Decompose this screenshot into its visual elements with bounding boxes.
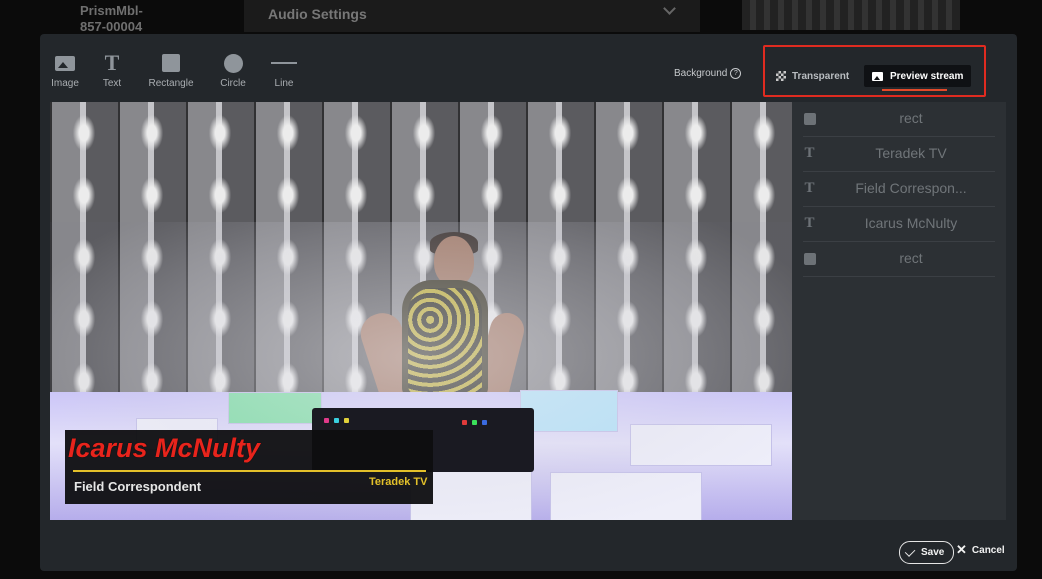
shape-toolbar: Image T Text Rectangle Circle Line Backg… [40, 34, 1017, 100]
mixer-pad [462, 420, 467, 425]
help-icon[interactable]: ? [730, 68, 742, 79]
checkmark-icon [904, 545, 916, 557]
close-icon: ✕ [956, 542, 967, 557]
cancel-button[interactable]: ✕ Cancel [956, 542, 1005, 557]
circle-tool-button[interactable]: Circle [215, 52, 251, 89]
layer-item-text[interactable]: T Teradek TV [803, 137, 995, 172]
background-label-text: Background [674, 68, 728, 79]
editor-canvas[interactable]: Icarus McNulty Field Correspondent Terad… [50, 102, 792, 520]
overlay-brand-text[interactable]: Teradek TV [369, 476, 428, 488]
device-title: PrismMbl- 857-00004 [80, 3, 143, 35]
text-icon: T [804, 215, 815, 231]
preview-stream-option-label: Preview stream [890, 70, 964, 82]
overlay-name-text[interactable]: Icarus McNulty [68, 432, 260, 464]
layer-item-text[interactable]: T Field Correspon... [803, 172, 995, 207]
text-icon: T [804, 145, 815, 161]
picture-icon [872, 71, 883, 81]
chevron-down-icon [663, 2, 676, 15]
layer-label: rect [899, 250, 923, 266]
save-label: Save [921, 547, 945, 558]
layer-label: Icarus McNulty [864, 215, 958, 231]
text-tool-label: Text [102, 78, 122, 89]
circle-tool-label: Circle [220, 78, 246, 89]
layer-label: Teradek TV [875, 145, 947, 161]
text-icon: T [104, 50, 120, 75]
device-title-line2: 857-00004 [80, 19, 143, 34]
line-tool-label: Line [274, 78, 294, 89]
overlay-role-text[interactable]: Field Correspondent [74, 479, 201, 494]
cancel-label: Cancel [971, 544, 1005, 556]
lower-third-rect[interactable]: Icarus McNulty Field Correspondent Terad… [65, 430, 433, 504]
layer-item-text[interactable]: T Icarus McNulty [803, 207, 995, 242]
line-icon [271, 62, 297, 64]
circle-icon [223, 53, 243, 73]
layer-label: Field Correspon... [855, 180, 967, 196]
layer-label: rect [899, 110, 923, 126]
text-tool-button[interactable]: T Text [97, 50, 127, 90]
mixer-pad [344, 418, 349, 423]
rectangle-tool-label: Rectangle [148, 78, 194, 89]
audio-settings-dropdown[interactable]: Audio Settings [244, 0, 700, 32]
mixer-pad [472, 420, 477, 425]
rectangle-tool-button[interactable]: Rectangle [145, 52, 197, 89]
device-title-line1: PrismMbl- [80, 3, 143, 18]
mixer-pad [334, 418, 339, 423]
background-label: Background ? [674, 68, 742, 79]
background-thumbnail [742, 0, 960, 30]
rectangle-icon [803, 252, 816, 265]
rectangle-icon [162, 54, 180, 72]
save-button[interactable]: Save [899, 541, 955, 564]
image-tool-button[interactable]: Image [50, 52, 80, 89]
image-tool-label: Image [51, 78, 79, 89]
modal-footer: Save ✕ Cancel [40, 520, 1017, 571]
graphics-editor-modal: Image T Text Rectangle Circle Line Backg… [40, 34, 1017, 571]
layers-panel: rect T Teradek TV T Field Correspon... T… [792, 102, 1006, 520]
overlay-accent-rule[interactable] [73, 470, 426, 472]
layer-item-rect[interactable]: rect [803, 242, 995, 277]
mixer-pad [324, 418, 329, 423]
layer-item-rect[interactable]: rect [803, 102, 995, 137]
preview-stream-option-button[interactable]: Preview stream [864, 65, 972, 91]
rectangle-icon [803, 112, 816, 125]
audio-settings-label: Audio Settings [268, 6, 367, 22]
transparent-option-button[interactable]: Transparent [776, 65, 849, 87]
mixer-pad [482, 420, 487, 425]
image-icon [55, 55, 75, 71]
transparent-option-label: Transparent [792, 70, 850, 82]
line-tool-button[interactable]: Line [267, 52, 301, 89]
checkerboard-icon [776, 71, 786, 81]
text-icon: T [804, 180, 815, 196]
